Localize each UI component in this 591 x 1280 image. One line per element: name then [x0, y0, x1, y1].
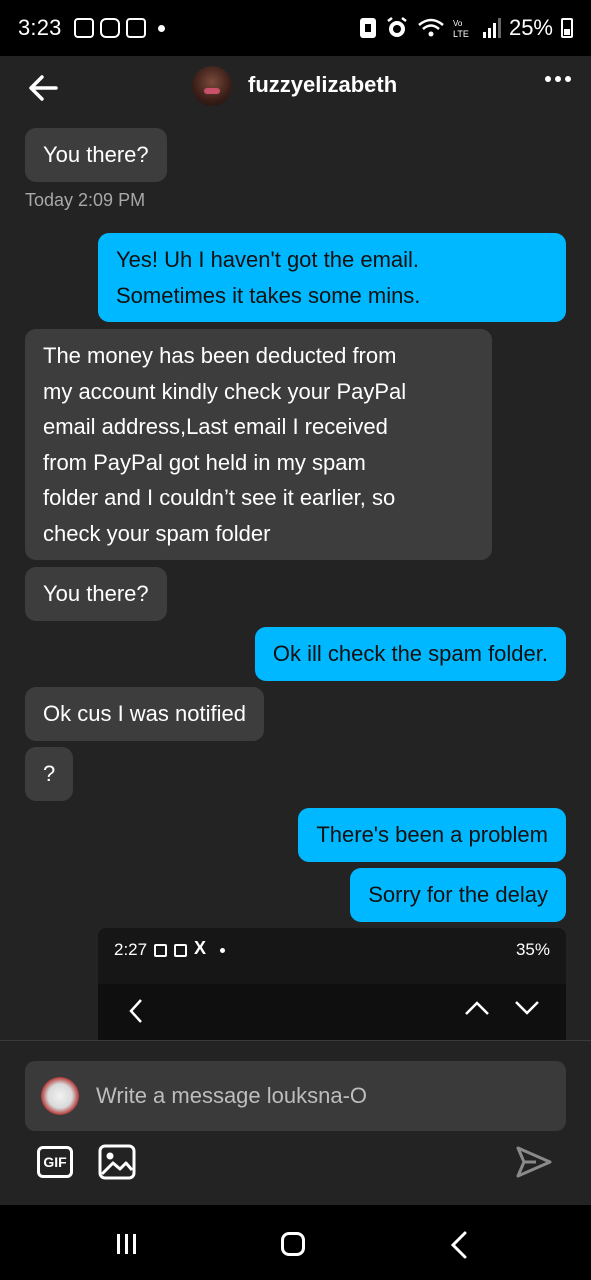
message-text: ?	[43, 761, 56, 786]
wifi-icon	[418, 18, 444, 37]
chevron-left-icon	[129, 999, 142, 1023]
message-outgoing: Sorry for the delay	[350, 868, 566, 922]
message-outgoing: Ok ill check the spam folder.	[254, 627, 566, 681]
battery-percent: 25%	[508, 15, 553, 40]
send-icon[interactable]	[514, 1144, 554, 1180]
message-line: from PayPal got held in my spam	[43, 449, 366, 475]
attachment-battery: 35%	[515, 940, 550, 959]
system-navigation-bar	[0, 1205, 591, 1280]
message-outgoing: Yes! Uh I haven't got the email. Sometim…	[98, 233, 566, 322]
message-placeholder: Write a message louksna-O	[96, 1083, 368, 1108]
message-line: email address,Last email I received	[43, 414, 388, 439]
battery-icon	[561, 18, 573, 38]
message-text: Ok cus I was notified	[43, 701, 246, 726]
contact-username[interactable]: fuzzyelizabeth	[248, 72, 397, 98]
gallery-notification-icon	[73, 18, 94, 38]
message-input[interactable]: Write a message louksna-O	[25, 1061, 566, 1131]
more-notifications-dot-icon	[157, 24, 165, 32]
attachment-nav-bar	[98, 984, 566, 1040]
x-app-icon: X	[194, 938, 207, 958]
status-time: 3:23	[18, 15, 62, 40]
status-bar: 3:23 Vo LTE 25%	[0, 0, 591, 56]
recent-apps-icon[interactable]	[116, 1233, 138, 1255]
chevron-up-icon	[465, 1001, 489, 1015]
message-text: Ok ill check the spam folder.	[272, 641, 548, 666]
message-line: Yes! Uh I haven't got the email.	[116, 247, 420, 272]
message-thread[interactable]: You there? Today 2:09 PM Yes! Uh I haven…	[0, 128, 591, 1040]
back-arrow-icon[interactable]	[26, 70, 62, 106]
message-timestamp: Today 2:09 PM	[25, 190, 146, 210]
attachment-status-time: 2:27	[114, 940, 148, 959]
voicemail-notification-icon	[125, 18, 146, 38]
svg-text:Vo: Vo	[453, 19, 463, 28]
home-icon[interactable]	[281, 1232, 305, 1256]
screenshot-attachment[interactable]: 2:27 X 35%	[98, 928, 566, 1040]
user-avatar	[41, 1077, 79, 1115]
message-text: You there?	[43, 142, 149, 167]
message-outgoing: There's been a problem	[298, 808, 566, 862]
system-back-icon[interactable]	[450, 1231, 468, 1259]
message-line: folder and I couldn’t see it earlier, so	[43, 485, 396, 510]
message-line: my account kindly check your PayPal	[43, 378, 407, 404]
alarm-icon	[387, 17, 407, 37]
message-text: Sorry for the delay	[368, 882, 548, 907]
message-text: There's been a problem	[316, 822, 548, 847]
message-incoming: Ok cus I was notified	[25, 687, 264, 741]
message-incoming: You there?	[25, 567, 167, 621]
message-incoming: ?	[25, 747, 74, 801]
signal-icon	[482, 18, 501, 38]
message-incoming: You there?	[25, 128, 167, 182]
message-incoming: The money has been deducted from my acco…	[25, 329, 492, 560]
more-options-icon[interactable]	[545, 76, 571, 82]
message-line: The money has been deducted from	[43, 343, 397, 368]
message-line: Sometimes it takes some mins.	[116, 282, 421, 308]
svg-text:LTE: LTE	[453, 29, 469, 39]
image-upload-icon[interactable]	[98, 1144, 136, 1180]
gallery-icon	[174, 944, 187, 957]
lock-status-icon	[359, 18, 376, 38]
calendar-icon	[154, 944, 167, 957]
contact-avatar[interactable]	[192, 66, 232, 106]
composer-divider	[0, 1040, 591, 1041]
conversation-header: fuzzyelizabeth	[0, 56, 591, 128]
instagram-notification-icon	[99, 18, 120, 38]
message-text: You there?	[43, 581, 149, 606]
chevron-down-icon	[515, 1001, 539, 1015]
gif-button[interactable]: GIF	[37, 1146, 73, 1178]
more-notifications-dot-icon	[220, 948, 225, 953]
message-line: check your spam folder	[43, 520, 271, 546]
lte-icon: VoLTE	[453, 19, 469, 39]
